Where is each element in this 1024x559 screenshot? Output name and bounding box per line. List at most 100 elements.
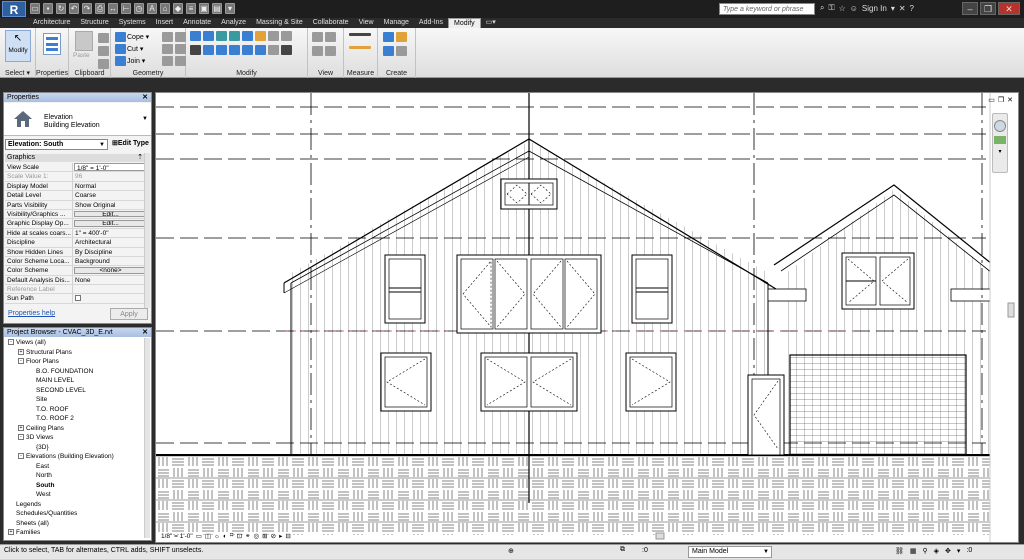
filter-icon[interactable]: ▾ — [957, 547, 961, 555]
expand-icon[interactable]: + — [18, 348, 24, 355]
tab-systems[interactable]: Systems — [114, 18, 151, 28]
switch-windows-icon[interactable]: ▤ — [212, 3, 222, 14]
collapse-icon[interactable]: - — [8, 339, 14, 346]
tree-item[interactable]: MAIN LEVEL — [4, 376, 144, 386]
property-row[interactable]: Color Scheme Loca... Background — [5, 256, 146, 267]
mirror-axis-icon[interactable] — [216, 31, 227, 41]
chevron-down-icon[interactable]: ▾ — [996, 148, 1004, 155]
subscription-icon[interactable]: ⚿ — [828, 3, 834, 13]
customize-qat-icon[interactable]: ▾ — [225, 3, 235, 14]
tree-item[interactable]: - Elevations (Building Elevation) — [4, 452, 144, 462]
active-workset-dropdown[interactable]: Main Model ▼ — [688, 546, 772, 558]
scale-icon[interactable] — [255, 45, 266, 55]
reveal-hidden-icon[interactable]: ◎ — [254, 532, 260, 540]
instance-filter-dropdown[interactable]: Elevation: South ▼ — [5, 139, 108, 150]
tree-item[interactable]: West — [4, 490, 144, 500]
select-panel-label[interactable]: Select ▾ — [0, 69, 35, 77]
align-icon[interactable] — [190, 31, 201, 41]
redo-icon[interactable]: ↷ — [82, 3, 92, 14]
properties-header[interactable]: Properties ✕ — [4, 93, 151, 102]
tree-item[interactable]: - Views (all) — [4, 338, 144, 348]
tree-item[interactable]: East — [4, 462, 144, 472]
minimize-button[interactable]: – — [962, 2, 978, 15]
undo-icon[interactable]: ↶ — [69, 3, 79, 14]
worksets-icon[interactable]: ⧉ — [620, 546, 625, 554]
cut-clipboard-icon[interactable] — [98, 46, 109, 56]
override-graphics-icon[interactable] — [312, 32, 323, 42]
tree-item[interactable]: T.O. ROOF — [4, 405, 144, 415]
close-hidden-icon[interactable]: ▣ — [199, 3, 209, 14]
remove-paint-icon[interactable] — [175, 44, 186, 54]
dimension-icon[interactable]: ⊢ — [121, 3, 131, 14]
linework-icon[interactable] — [325, 32, 336, 42]
tree-item[interactable]: {3D} — [4, 443, 144, 453]
hide-element-icon[interactable] — [312, 46, 323, 56]
print-icon[interactable]: ⎙ — [95, 3, 105, 14]
rotate-icon[interactable] — [216, 45, 227, 55]
tree-item[interactable]: Sheets (all) — [4, 519, 144, 529]
mirror-draw-icon[interactable] — [229, 31, 240, 41]
expand-icon[interactable]: + — [8, 529, 14, 536]
tree-item[interactable]: Legends — [4, 500, 144, 510]
collapse-icon[interactable]: - — [18, 453, 24, 460]
ribbon-minimize-toggle[interactable]: ▭▾ — [481, 18, 501, 28]
tab-view[interactable]: View — [354, 18, 379, 28]
tree-item[interactable]: Schedules/Quantities — [4, 509, 144, 519]
tab-insert[interactable]: Insert — [151, 18, 179, 28]
highlight-displacement-icon[interactable]: ▸ — [279, 532, 282, 540]
help-icon[interactable]: ? — [910, 4, 914, 13]
select-underlay-icon[interactable]: ▦ — [910, 547, 917, 555]
cut-button[interactable]: Cut ▾ — [114, 43, 143, 55]
split-icon[interactable] — [242, 31, 253, 41]
copy-element-icon[interactable] — [203, 45, 214, 55]
tab-modify[interactable]: Modify — [448, 18, 481, 28]
tree-item[interactable]: + Families — [4, 528, 144, 538]
restore-button[interactable]: ❐ — [980, 2, 996, 15]
paint-icon[interactable] — [162, 44, 173, 54]
select-pinned-icon[interactable]: ⚲ — [923, 547, 928, 555]
edit-type-button[interactable]: ⊞Edit Type — [112, 139, 149, 147]
chevron-down-icon[interactable]: ▾ — [891, 4, 895, 13]
chevron-down-icon[interactable]: ▼ — [142, 116, 148, 122]
browser-scrollbar[interactable] — [144, 338, 150, 538]
steering-wheel-icon[interactable] — [994, 120, 1006, 132]
worksharing-icon[interactable]: ⊕ — [508, 547, 514, 555]
tree-item[interactable]: Site — [4, 395, 144, 405]
viewport-scrollbar-thumb[interactable] — [1007, 302, 1015, 318]
close-icon[interactable]: ✕ — [142, 93, 148, 102]
horizontal-scrollbar-thumb[interactable] — [655, 532, 665, 540]
property-row[interactable]: View Scale 1/8" = 1'-0" — [5, 163, 146, 173]
property-row[interactable]: Display Model Normal — [5, 181, 146, 192]
tree-item[interactable]: - Floor Plans — [4, 357, 144, 367]
property-row[interactable]: Visibility/Graphics ... Edit... — [5, 209, 146, 220]
tree-item[interactable]: North — [4, 471, 144, 481]
project-browser-header[interactable]: Project Browser - CVAC_3D_E.rvt ✕ — [4, 328, 151, 337]
move-icon[interactable] — [190, 45, 201, 55]
save-icon[interactable]: ▪ — [43, 3, 53, 14]
tree-item[interactable]: -3D Views — [4, 433, 144, 443]
delete-icon[interactable] — [281, 45, 292, 55]
sync-icon[interactable]: ↻ — [56, 3, 66, 14]
tree-item[interactable]: South — [4, 481, 144, 491]
wall-joins-icon[interactable] — [162, 32, 173, 42]
property-value[interactable] — [73, 294, 146, 302]
property-row[interactable]: Discipline Architectural — [5, 238, 146, 248]
3d-view-icon[interactable]: ⌂ — [160, 3, 170, 14]
demolish-icon[interactable] — [162, 56, 173, 66]
text-icon[interactable]: A — [147, 3, 157, 14]
application-menu-button[interactable]: R — [2, 1, 26, 17]
split-face-icon[interactable] — [175, 32, 186, 42]
property-value[interactable]: 1/8" = 1'-0" — [74, 163, 145, 172]
search-icon[interactable]: ⌕ — [820, 3, 824, 13]
section-icon[interactable]: ◆ — [173, 3, 183, 14]
property-row[interactable]: Parts Visibility Show Original — [5, 200, 146, 210]
show-crop-icon[interactable]: ⊡ — [237, 532, 242, 540]
sign-in-link[interactable]: Sign In — [862, 4, 887, 13]
modify-button[interactable]: ↖ Modify — [5, 30, 31, 62]
zoom-icon[interactable] — [994, 136, 1006, 144]
create-group-icon[interactable] — [383, 46, 394, 56]
tab-analyze[interactable]: Analyze — [216, 18, 251, 28]
join-button[interactable]: Join ▾ — [114, 55, 145, 67]
tree-item[interactable]: SECOND LEVEL — [4, 386, 144, 396]
override-category-icon[interactable] — [325, 46, 336, 56]
